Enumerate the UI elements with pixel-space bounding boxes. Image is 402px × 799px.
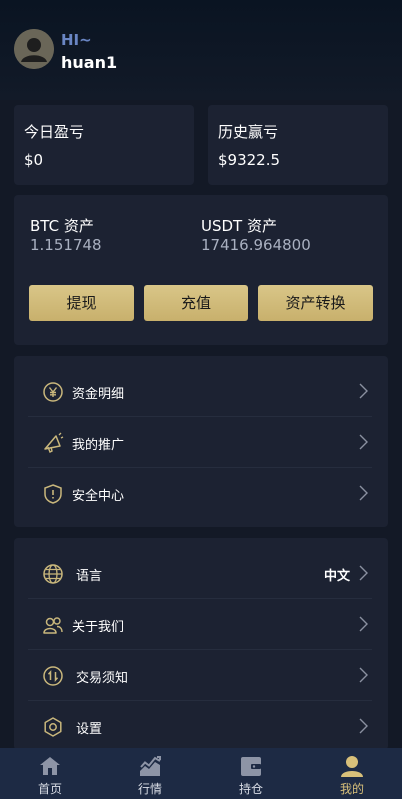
wallet-icon (239, 754, 263, 778)
greeting-text: HI~ (61, 31, 92, 49)
chevron-right-icon (358, 383, 368, 399)
user-avatar-icon (14, 29, 54, 69)
chevron-right-icon (358, 485, 368, 501)
menu-item-label: 交易须知 (76, 671, 129, 686)
tab-label: 行情 (137, 782, 162, 796)
deposit-button[interactable]: 充值 (144, 285, 248, 321)
menu-item-label: 我的推广 (72, 438, 125, 453)
tab-label: 首页 (37, 782, 62, 796)
usdt-asset-value: 17416.964800 (201, 236, 311, 254)
users-icon (42, 614, 64, 636)
withdraw-button[interactable]: 提现 (29, 285, 134, 321)
menu-item-settings[interactable]: 设置 (28, 701, 372, 752)
gear-icon (42, 716, 64, 738)
menu-card-1: 资金明细 我的推广 安全中心 (14, 356, 388, 527)
chevron-right-icon (358, 718, 368, 734)
tab-mine[interactable]: 我的 (302, 748, 402, 799)
home-icon (38, 754, 62, 778)
menu-item-label: 语言 (76, 569, 103, 584)
current-language-value: 中文 (323, 569, 350, 584)
history-pnl-label: 历史赢亏 (218, 123, 279, 141)
avatar[interactable] (14, 29, 54, 69)
chevron-right-icon (358, 667, 368, 683)
menu-item-label: 资金明细 (72, 387, 125, 402)
chevron-right-icon (358, 434, 368, 450)
tab-market[interactable]: 行情 (100, 748, 200, 799)
menu-card-2: 语言 中文 关于我们 交易须知 设置 (14, 538, 388, 750)
menu-item-label: 安全中心 (72, 489, 125, 504)
exchange-icon (42, 665, 64, 687)
today-pnl-card: 今日盈亏 $0 (14, 105, 194, 185)
menu-item-label: 设置 (76, 722, 103, 737)
history-pnl-card: 历史赢亏 $9322.5 (208, 105, 388, 185)
btc-asset-value: 1.151748 (30, 236, 102, 254)
chevron-right-icon (358, 565, 368, 581)
menu-item-label: 关于我们 (72, 620, 125, 635)
chart-icon (138, 754, 162, 778)
shield-icon (42, 483, 64, 505)
user-icon (340, 754, 364, 778)
menu-item-fund-details[interactable]: 资金明细 (28, 366, 372, 417)
menu-item-language[interactable]: 语言 中文 (28, 548, 372, 599)
history-pnl-value: $9322.5 (218, 151, 281, 169)
tab-home[interactable]: 首页 (0, 748, 100, 799)
today-pnl-value: $0 (24, 151, 44, 169)
tab-label: 我的 (339, 782, 364, 796)
today-pnl-label: 今日盈亏 (24, 123, 85, 141)
menu-item-my-promotion[interactable]: 我的推广 (28, 417, 372, 468)
globe-icon (42, 563, 64, 585)
usdt-asset-label: USDT 资产 (201, 217, 277, 235)
tab-positions[interactable]: 持仓 (201, 748, 301, 799)
yen-coin-icon (42, 381, 64, 403)
menu-item-security-center[interactable]: 安全中心 (28, 468, 372, 519)
bottom-tab-bar: 首页 行情 持仓 我的 (0, 748, 402, 799)
asset-transfer-button[interactable]: 资产转换 (258, 285, 373, 321)
assets-card: BTC 资产 1.151748 USDT 资产 17416.964800 提现 … (14, 195, 388, 345)
megaphone-icon (42, 432, 64, 454)
menu-item-about-us[interactable]: 关于我们 (28, 599, 372, 650)
chevron-right-icon (358, 616, 368, 632)
btc-asset-label: BTC 资产 (30, 217, 94, 235)
tab-label: 持仓 (238, 782, 263, 796)
username-text: huan1 (61, 53, 118, 72)
menu-item-trading-notice[interactable]: 交易须知 (28, 650, 372, 701)
profile-header: HI~ huan1 (0, 0, 402, 100)
